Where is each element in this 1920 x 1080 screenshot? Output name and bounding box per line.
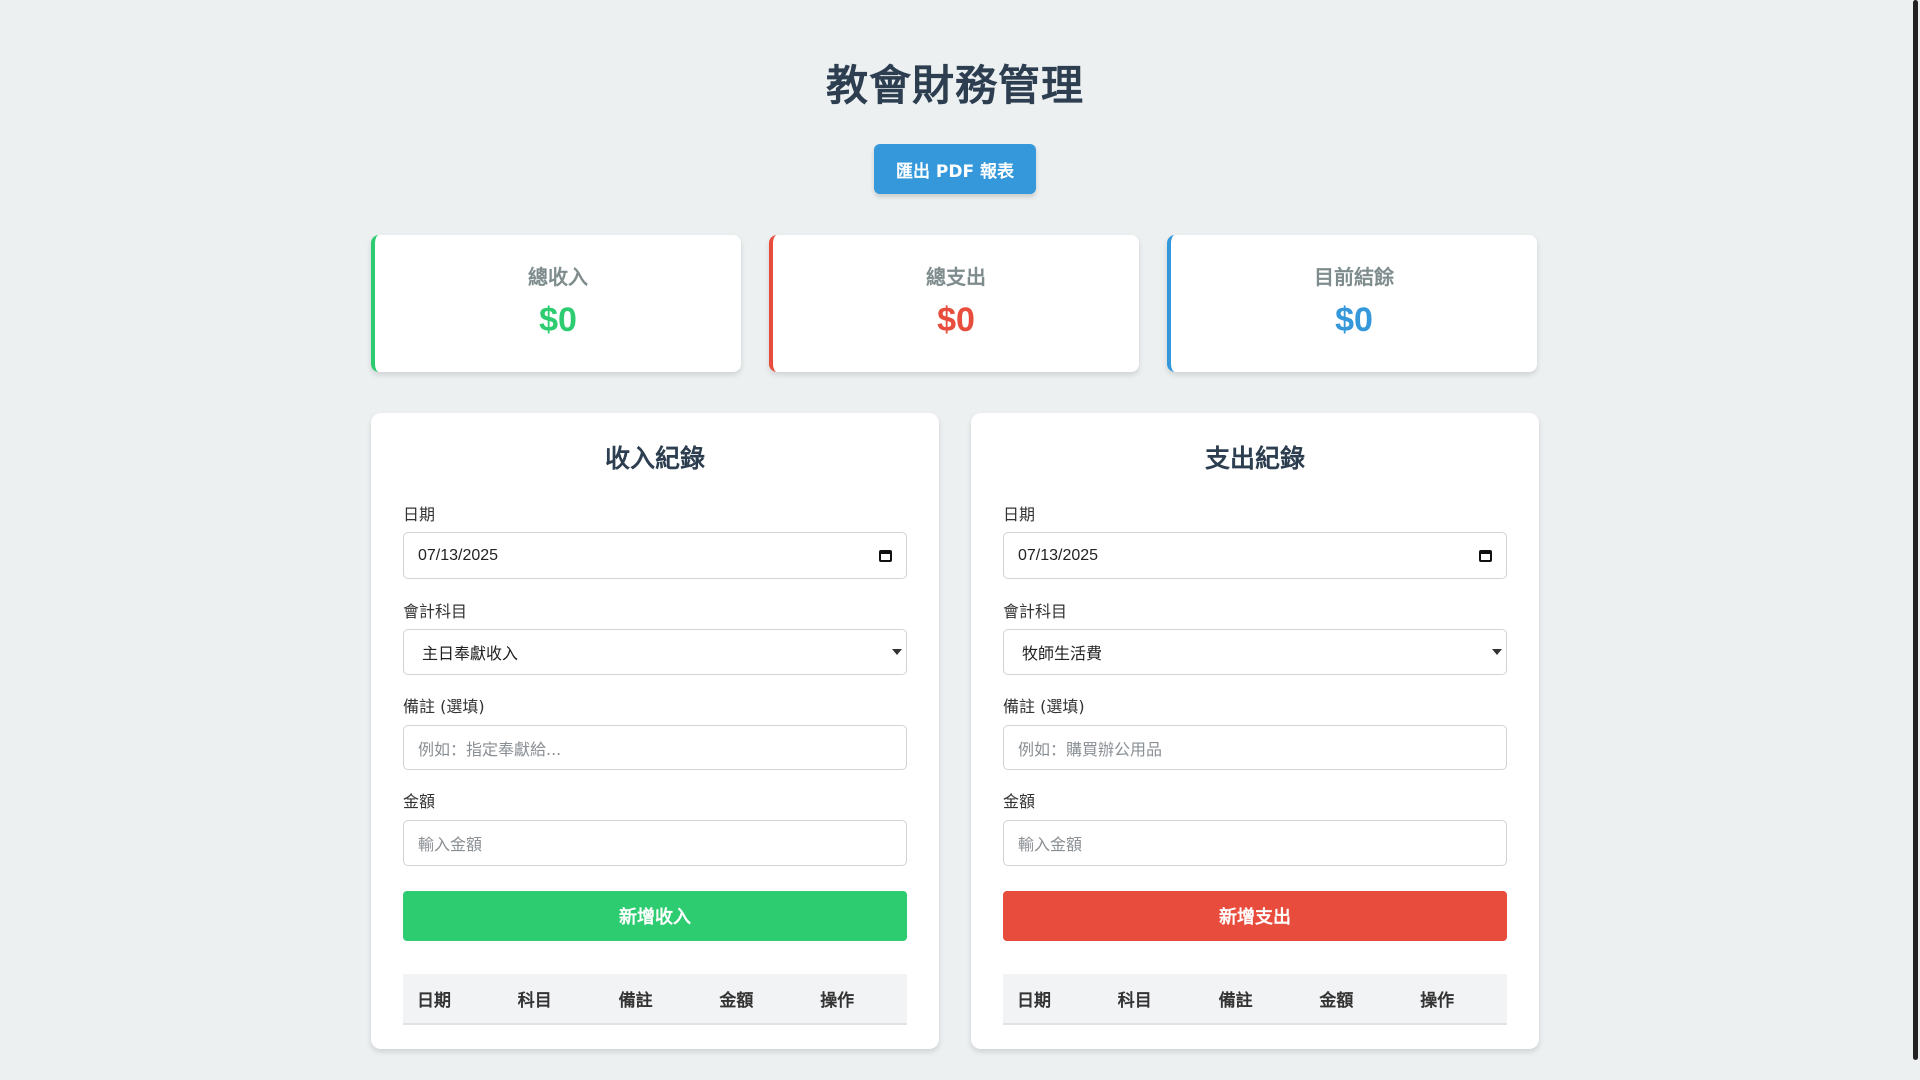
expense-amount-label: 金額: [1003, 792, 1036, 811]
calendar-icon[interactable]: [879, 549, 892, 562]
expense-account-label: 會計科目: [1003, 602, 1068, 621]
expense-panel-title: 支出紀錄: [1204, 444, 1305, 473]
add-expense-button[interactable]: 新增支出: [1003, 891, 1507, 941]
expense-account-select[interactable]: 牧師生活費: [1003, 629, 1507, 675]
add-income-button[interactable]: 新增收入: [403, 891, 907, 941]
income-date-input[interactable]: 07/13/2025: [403, 532, 907, 579]
summary-balance-value: $0: [1335, 301, 1373, 339]
expense-date-label: 日期: [1003, 505, 1036, 524]
summary-income-value: $0: [539, 301, 577, 339]
chevron-down-icon: [892, 649, 902, 655]
column-header-date: 日期: [1017, 991, 1051, 1011]
summary-expense-label: 總支出: [926, 265, 986, 289]
summary-card-expense: 總支出 $0: [769, 235, 1139, 372]
column-header-amount: 金額: [1319, 991, 1354, 1011]
column-header-actions: 操作: [820, 991, 855, 1011]
column-header-actions: 操作: [1420, 991, 1455, 1011]
income-note-placeholder: 例如：指定奉獻給...: [418, 739, 562, 759]
income-date-value: 07/13/2025: [418, 546, 499, 564]
calendar-icon[interactable]: [1479, 549, 1492, 562]
income-date-label: 日期: [403, 505, 436, 524]
column-header-date: 日期: [417, 991, 451, 1011]
expense-date-input[interactable]: 07/13/2025: [1003, 532, 1507, 579]
income-account-label: 會計科目: [403, 602, 468, 621]
expense-date-value: 07/13/2025: [1018, 546, 1099, 564]
summary-income-label: 總收入: [528, 265, 588, 289]
income-note-label: 備註 (選填): [403, 697, 485, 716]
expense-note-label: 備註 (選填): [1003, 697, 1085, 716]
column-header-note: 備註: [618, 991, 653, 1011]
expense-account-value: 牧師生活費: [1022, 644, 1103, 663]
expense-amount-placeholder: 輸入金額: [1018, 835, 1083, 854]
expense-panel: 支出紀錄 日期 07/13/2025 會計科目 牧師生活費 備註 (選填) 例如…: [971, 413, 1539, 1049]
expense-table-header: 日期 科目 備註 金額 操作: [1003, 974, 1507, 1025]
income-amount-label: 金額: [403, 792, 436, 811]
income-panel-title: 收入紀錄: [604, 444, 705, 473]
chevron-down-icon: [1492, 649, 1502, 655]
column-header-account: 科目: [517, 991, 552, 1011]
income-amount-placeholder: 輸入金額: [418, 835, 483, 854]
expense-note-input[interactable]: 例如：購買辦公用品: [1003, 725, 1507, 770]
expense-amount-input[interactable]: 輸入金額: [1003, 820, 1507, 866]
summary-expense-value: $0: [937, 301, 975, 339]
summary-card-income: 總收入 $0: [371, 235, 741, 372]
income-account-select[interactable]: 主日奉獻收入: [403, 629, 907, 675]
income-table-header: 日期 科目 備註 金額 操作: [403, 974, 907, 1025]
column-header-note: 備註: [1218, 991, 1253, 1011]
income-panel: 收入紀錄 日期 07/13/2025 會計科目 主日奉獻收入 備註 (選填) 例…: [371, 413, 939, 1049]
income-account-value: 主日奉獻收入: [422, 644, 519, 663]
income-note-input[interactable]: 例如：指定奉獻給...: [403, 725, 907, 770]
export-pdf-button[interactable]: 匯出 PDF 報表: [874, 144, 1036, 194]
summary-balance-label: 目前結餘: [1314, 265, 1394, 289]
expense-note-placeholder: 例如：購買辦公用品: [1018, 739, 1163, 759]
page-scrollbar[interactable]: [1913, 0, 1918, 1060]
column-header-account: 科目: [1117, 991, 1152, 1011]
summary-card-balance: 目前結餘 $0: [1167, 235, 1537, 372]
page-title: 教會財務管理: [825, 61, 1084, 110]
income-amount-input[interactable]: 輸入金額: [403, 820, 907, 866]
column-header-amount: 金額: [719, 991, 754, 1011]
